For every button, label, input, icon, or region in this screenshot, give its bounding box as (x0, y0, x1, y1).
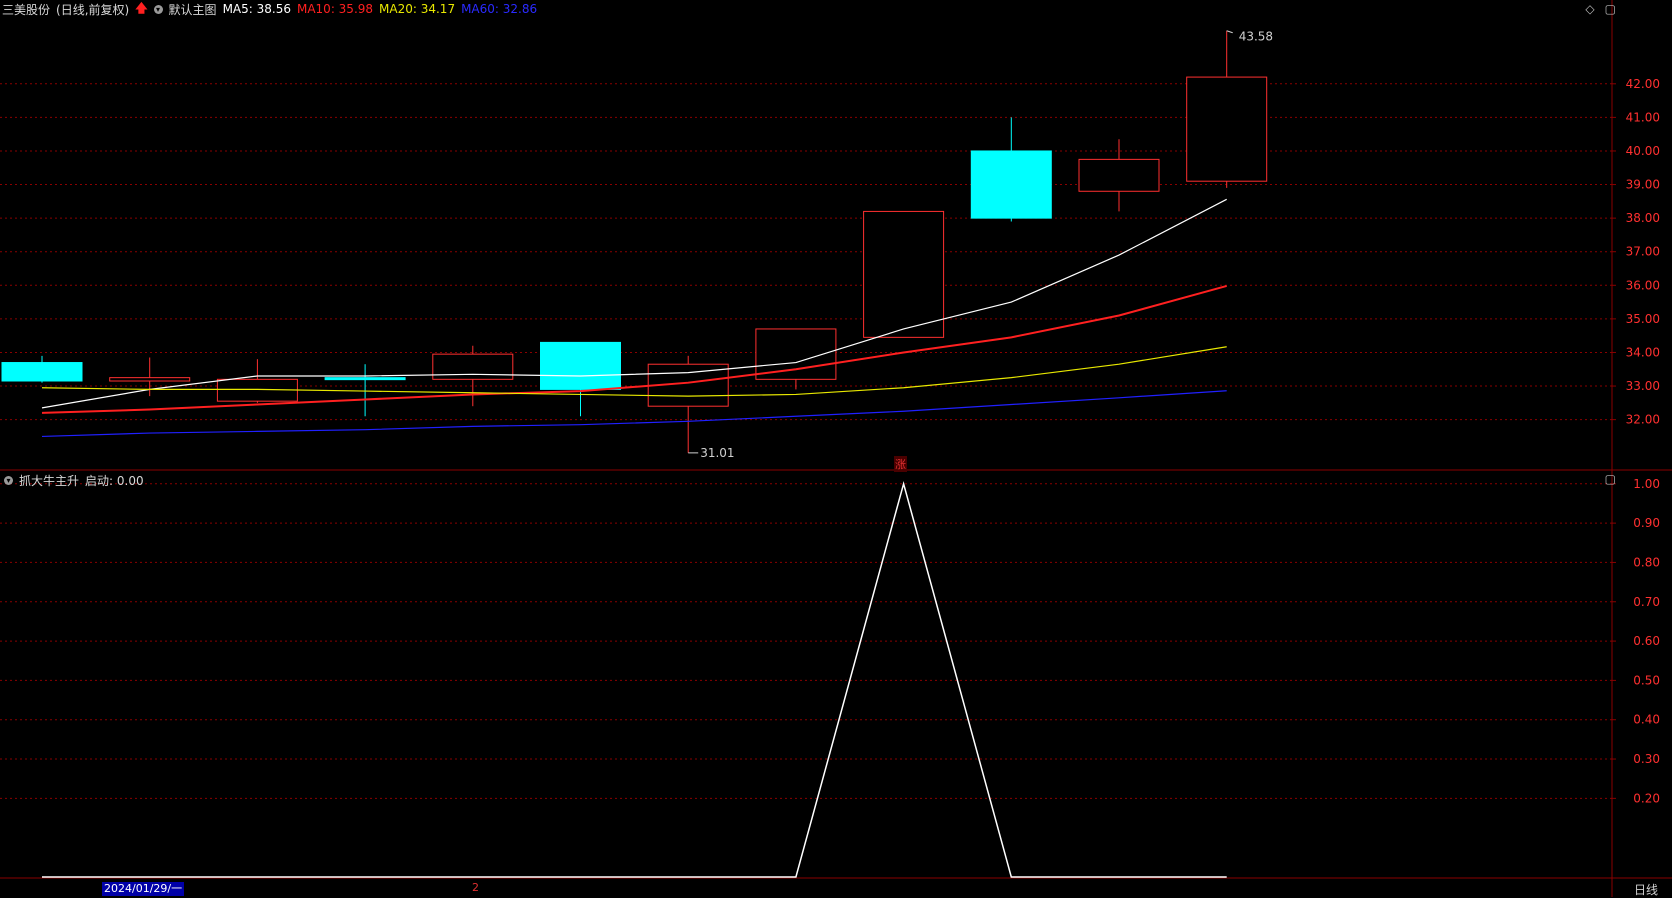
main-y-tick-label: 38.00 (1626, 211, 1660, 225)
indicator-y-tick-label: 0.70 (1633, 595, 1660, 609)
main-y-tick-label: 35.00 (1626, 312, 1660, 326)
window-icon[interactable]: ▢ (1605, 472, 1616, 486)
candle-up-body (109, 377, 191, 382)
rise-marker: 涨 (894, 456, 907, 472)
main-chart-tools: ◇ ▢ (1585, 2, 1616, 16)
candle-up-body (432, 353, 514, 380)
main-y-tick-label: 40.00 (1626, 144, 1660, 158)
candle-down-body (324, 377, 406, 381)
page-number[interactable]: 2 (472, 881, 479, 894)
period-label[interactable]: 日线 (1634, 881, 1658, 898)
diamond-icon[interactable]: ◇ (1585, 2, 1594, 16)
ma5-line (41, 198, 1227, 409)
indicator-y-tick-label: 1.00 (1633, 477, 1660, 491)
indicator-tools: ▢ (1605, 472, 1616, 486)
window-icon[interactable]: ▢ (1605, 2, 1616, 16)
candle-down-body (540, 341, 621, 390)
indicator-y-tick-label: 0.50 (1633, 673, 1660, 687)
indicator-y-tick-label: 0.20 (1633, 791, 1660, 805)
main-y-tick-label: 39.00 (1626, 178, 1660, 192)
adjust-mode[interactable]: (日线,前复权) (56, 1, 129, 18)
kline-chart[interactable]: 32.00 33.00 34.00 35.00 36.00 37.00 38.00 39.00… (0, 0, 1672, 897)
indicator-value: 启动: 0.00 (85, 473, 144, 488)
main-y-tick-label: 36.00 (1626, 278, 1660, 292)
main-y-tick-label: 32.00 (1626, 413, 1660, 427)
chevron-down-icon[interactable]: ▾ (4, 475, 13, 485)
low-annotation: 31.01 (700, 446, 734, 460)
indicator-y-tick-label: 0.60 (1633, 634, 1660, 648)
indicator-header: ▾ 抓大牛主升 启动: 0.00 (0, 471, 144, 489)
candle-down-body (1, 362, 83, 382)
main-y-tick-label: 42.00 (1626, 77, 1660, 91)
candle-up-body (1186, 76, 1268, 182)
ma5-value: MA5: 38.56 (222, 2, 291, 16)
cursor-date: 2024/01/29/一 (102, 882, 185, 896)
high-annotation: 43.58 (1239, 30, 1273, 44)
main-y-tick-label: 41.00 (1626, 110, 1660, 124)
indicator-y-tick-label: 0.80 (1633, 555, 1660, 569)
chevron-down-icon[interactable]: ▾ (153, 4, 163, 14)
main-chart-header: 三美股份 (日线,前复权) 🡅 ▾ 默认主图 MA5: 38.56 MA10: … (0, 0, 537, 18)
ma20-value: MA20: 34.17 (379, 2, 456, 16)
up-arrow-icon: 🡅 (135, 0, 148, 15)
main-y-tick-label: 33.00 (1626, 379, 1660, 393)
indicator-y-tick-label: 0.30 (1633, 752, 1660, 766)
ma60-value: MA60: 32.86 (461, 2, 538, 16)
indicator-y-tick-label: 0.90 (1633, 516, 1660, 530)
candle-down-body (970, 150, 1052, 219)
indicator-name[interactable]: 抓大牛主升 (19, 472, 79, 489)
high-marker (1226, 30, 1233, 34)
candle-up-body (1078, 158, 1160, 192)
indicator-line (42, 480, 1227, 878)
candle-up-body (863, 210, 945, 338)
ma10-value: MA10: 35.98 (296, 2, 374, 16)
indicator-y-tick-label: 0.40 (1633, 713, 1660, 727)
stock-name[interactable]: 三美股份 (2, 1, 50, 18)
main-y-tick-label: 37.00 (1626, 245, 1660, 259)
main-y-tick-label: 34.00 (1626, 345, 1660, 359)
template-name[interactable]: 默认主图 (169, 1, 217, 18)
